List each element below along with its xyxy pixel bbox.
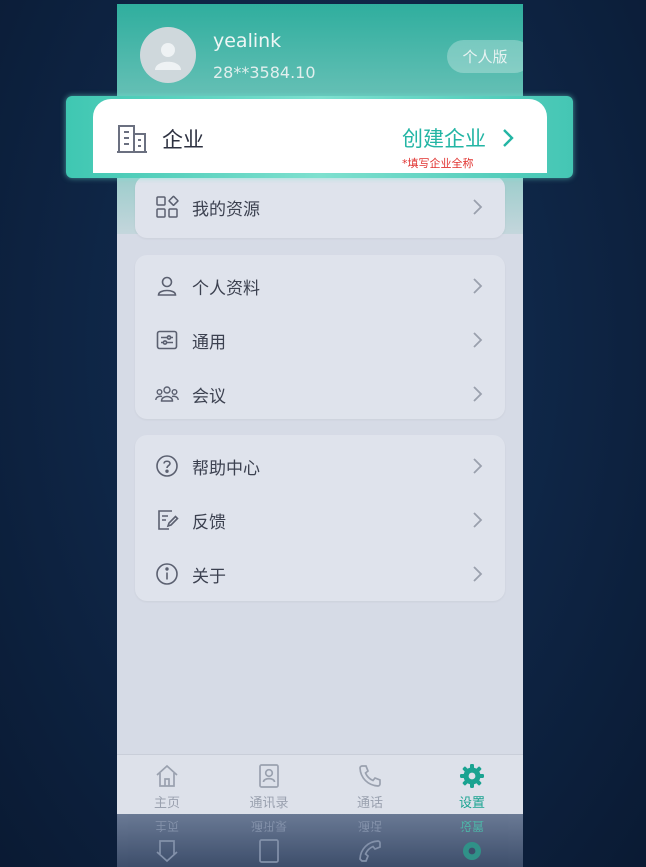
reflection-label: 通话 [357, 819, 382, 833]
reflection-label: 主页 [154, 819, 179, 833]
info-circle-icon [156, 563, 178, 585]
user-id: 28**3584.10 [213, 63, 316, 82]
chevron-right-icon [473, 332, 483, 348]
building-icon [117, 125, 147, 153]
menu-item-general[interactable]: 通用 [135, 313, 505, 367]
tab-bar-reflection: 主页 通讯录 通话 设置 [117, 814, 523, 867]
menu-item-label: 反馈 [192, 512, 226, 533]
reflection-home: 主页 [127, 818, 207, 864]
menu-item-meeting[interactable]: 会议 [135, 367, 505, 421]
create-enterprise-link[interactable]: 创建企业 [402, 123, 486, 153]
reflection-calls: 通话 [330, 818, 410, 864]
chevron-right-icon [473, 386, 483, 402]
tab-label: 通讯录 [249, 796, 289, 811]
menu-item-label: 我的资源 [192, 199, 260, 220]
reflection-contacts: 通讯录 [229, 818, 309, 864]
gear-icon [463, 842, 481, 860]
menu-item-label: 关于 [192, 566, 226, 587]
gear-icon [460, 764, 484, 788]
edit-note-icon [158, 510, 179, 530]
bottom-tab-bar: 主页 通讯录 通话 设置 [117, 754, 523, 815]
enterprise-label: 企业 [162, 128, 204, 152]
reflection-label: 设置 [459, 819, 484, 833]
chevron-right-icon [473, 278, 483, 294]
tab-contacts[interactable]: 通讯录 [229, 763, 309, 811]
user-avatar-icon [155, 43, 181, 70]
contacts-icon [259, 839, 279, 863]
tab-label: 设置 [458, 796, 485, 811]
chevron-right-icon [473, 566, 483, 582]
menu-item-label: 会议 [192, 386, 226, 407]
username: yealink [213, 30, 282, 52]
tab-label: 通话 [356, 796, 383, 811]
phone-icon [359, 840, 381, 862]
menu-item-label: 个人资料 [192, 278, 260, 299]
question-circle-icon [156, 455, 178, 477]
settings-card: 个人资料 通用 会议 [135, 255, 505, 419]
home-icon [156, 840, 178, 863]
edition-badge[interactable]: 个人版 [447, 40, 523, 73]
menu-item-about[interactable]: 关于 [135, 547, 505, 601]
person-icon [157, 276, 177, 296]
phone-icon [359, 765, 381, 787]
reflection-label: 通讯录 [250, 819, 287, 833]
menu-item-personal-info[interactable]: 个人资料 [135, 259, 505, 313]
menu-item-label: 帮助中心 [192, 458, 260, 479]
enterprise-hint: *填写企业全称 [402, 157, 474, 170]
menu-item-label: 通用 [192, 332, 226, 353]
support-card: 帮助中心 反馈 关于 [135, 435, 505, 601]
grid-apps-icon [156, 195, 179, 218]
chevron-right-icon [473, 458, 483, 474]
tab-home[interactable]: 主页 [127, 763, 207, 811]
enterprise-row[interactable]: 企业 创建企业 *填写企业全称 [93, 99, 547, 173]
tab-calls[interactable]: 通话 [330, 763, 410, 811]
menu-item-help-center[interactable]: 帮助中心 [135, 439, 505, 493]
menu-item-feedback[interactable]: 反馈 [135, 493, 505, 547]
tab-settings[interactable]: 设置 [432, 763, 512, 811]
avatar[interactable] [140, 27, 196, 83]
contacts-icon [259, 764, 279, 788]
sliders-icon [156, 330, 178, 350]
group-icon [155, 386, 179, 402]
chevron-right-icon[interactable] [502, 128, 514, 148]
menu-item-resources[interactable]: 我的资源 [135, 180, 505, 234]
tab-label: 主页 [153, 796, 180, 811]
resources-card: 我的资源 [135, 176, 505, 238]
chevron-right-icon [473, 512, 483, 528]
reflection-settings: 设置 [432, 818, 512, 864]
chevron-right-icon [473, 199, 483, 215]
home-icon [156, 764, 178, 787]
